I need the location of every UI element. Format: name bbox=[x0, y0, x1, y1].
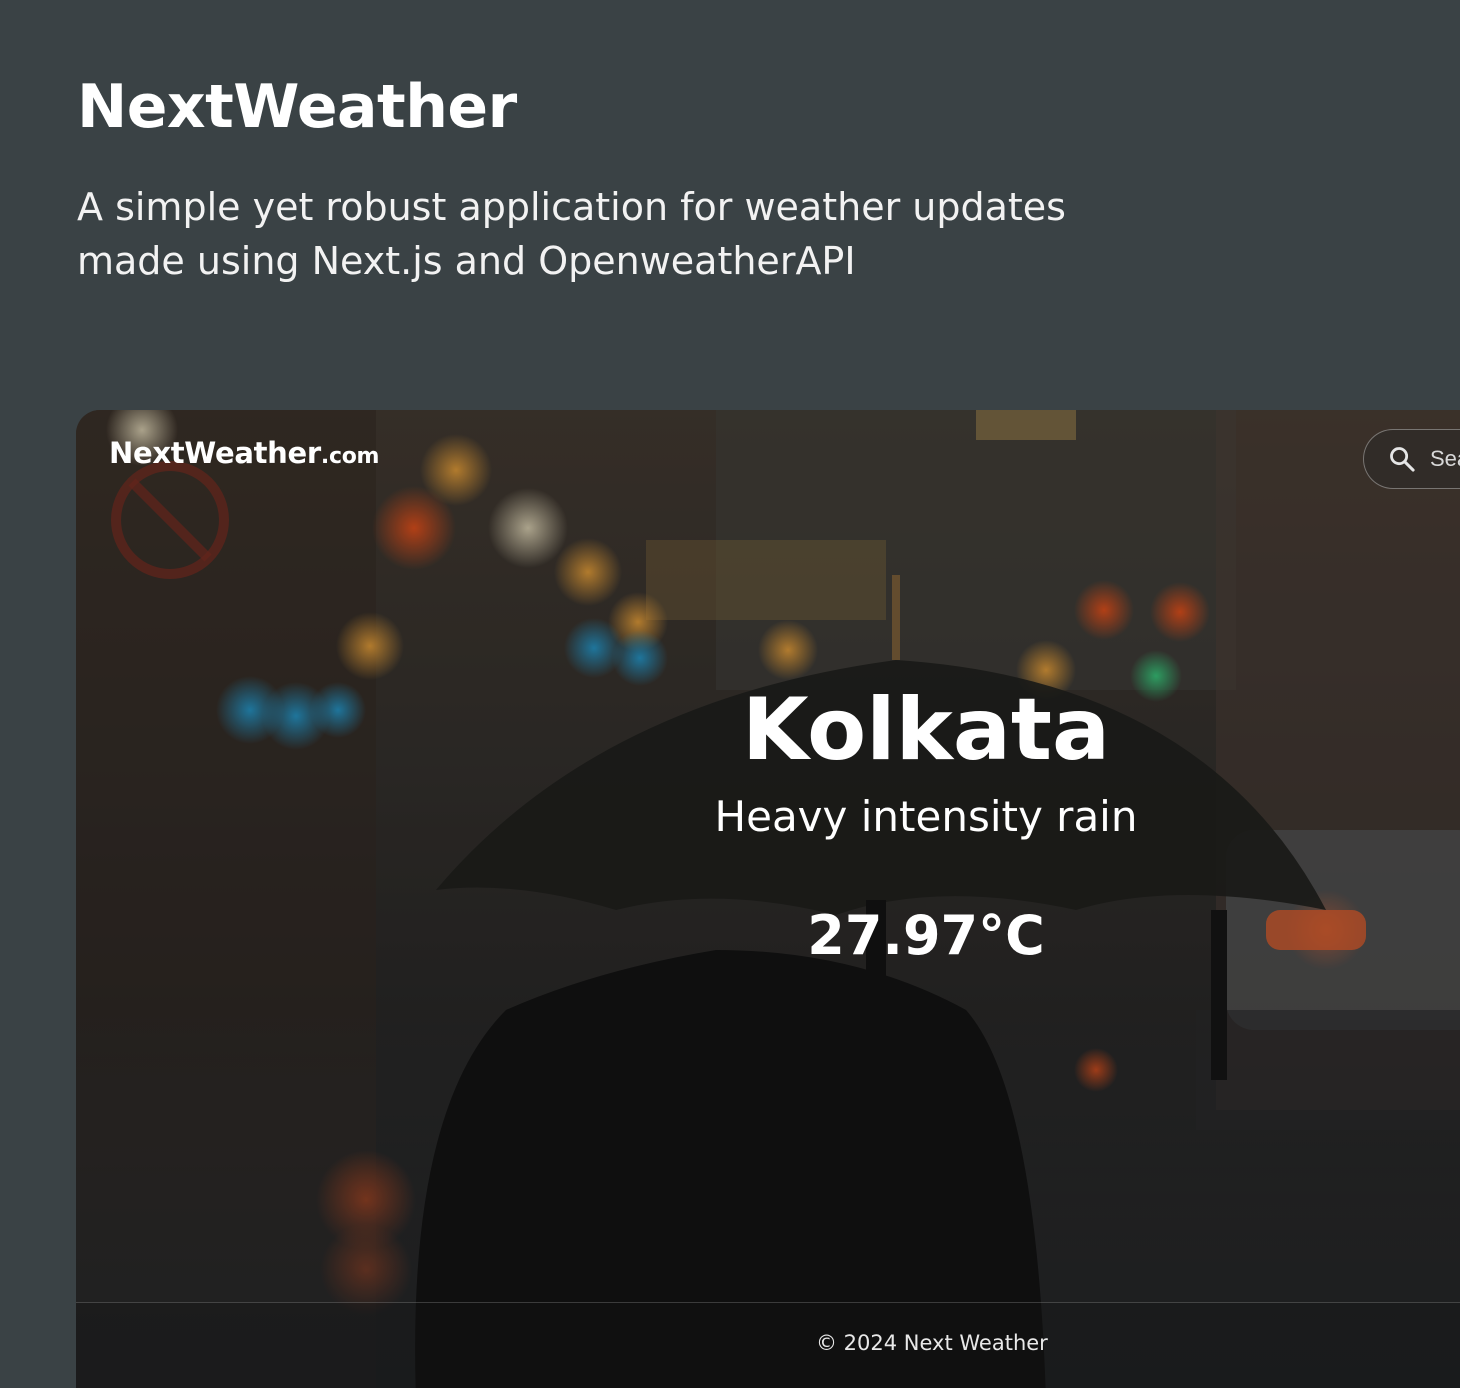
weather-condition: Heavy intensity rain bbox=[714, 792, 1138, 841]
page: NextWeather A simple yet robust applicat… bbox=[0, 0, 1460, 1388]
search-input[interactable] bbox=[1428, 445, 1460, 473]
copyright-text: © 2024 Next Weather bbox=[816, 1331, 1048, 1355]
brand-tld: .com bbox=[320, 444, 380, 469]
current-weather: Kolkata Heavy intensity rain 27.97°C bbox=[596, 680, 1256, 966]
search-box[interactable] bbox=[1363, 429, 1460, 489]
app-brand-logo[interactable]: NextWeather.com bbox=[109, 436, 379, 470]
hero-description: A simple yet robust application for weat… bbox=[77, 185, 1066, 283]
app-screenshot-frame: NextWeather.com Kolkata Heavy intensity … bbox=[76, 410, 1460, 1388]
hero-title: NextWeather bbox=[77, 72, 517, 142]
city-name: Kolkata bbox=[741, 680, 1111, 780]
temperature: 27.97°C bbox=[807, 904, 1045, 967]
app-footer: © 2024 Next Weather bbox=[76, 1302, 1460, 1388]
brand-name: NextWeather bbox=[109, 436, 321, 470]
search-icon[interactable] bbox=[1388, 445, 1416, 473]
